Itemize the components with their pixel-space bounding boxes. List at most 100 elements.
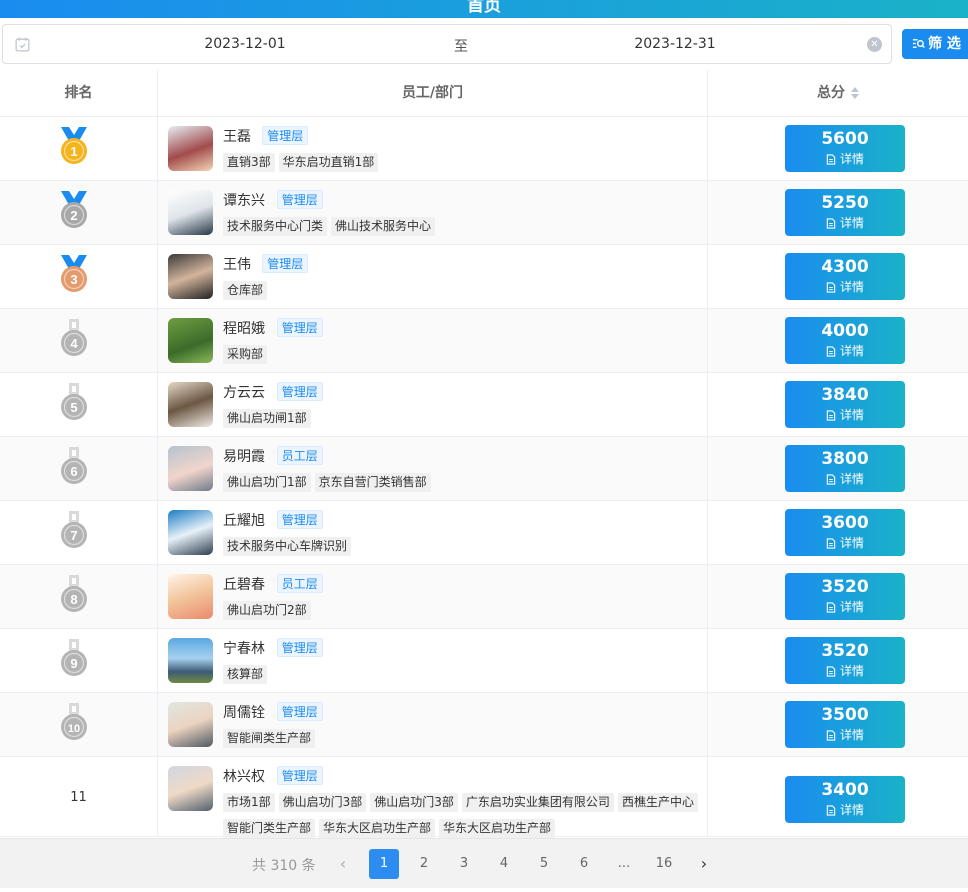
avatar: [168, 126, 213, 171]
score-detail-button[interactable]: 5250 详情: [785, 189, 905, 236]
medal-rank: 5: [70, 400, 77, 415]
medal-icon: 1: [61, 127, 87, 164]
table-row[interactable]: 1 王磊 管理层 直销3部 华东启功直销1部 5600 详情: [0, 117, 968, 181]
score-detail-button[interactable]: 3520 详情: [785, 573, 905, 620]
rank-number: 11: [70, 790, 87, 805]
detail-label: 详情: [839, 280, 864, 294]
top-header: 首页: [0, 0, 968, 18]
page-button[interactable]: 1: [369, 849, 399, 879]
department-tag: 佛山启功门3部: [278, 793, 367, 812]
avatar: [168, 702, 213, 747]
column-score-label: 总分: [817, 85, 845, 101]
avatar: [168, 574, 213, 619]
department-tag: 佛山启功闸1部: [223, 409, 311, 428]
page-button[interactable]: 16: [649, 849, 679, 879]
detail-label: 详情: [839, 536, 864, 550]
department-tag: 广东启功实业集团有限公司: [461, 793, 614, 812]
employee-name: 丘耀旭: [223, 513, 265, 529]
score-detail-button[interactable]: 3400 详情: [785, 776, 905, 823]
page-button[interactable]: 2: [409, 849, 439, 879]
page-title: 首页: [467, 0, 501, 16]
page-button[interactable]: 6: [569, 849, 599, 879]
page-ellipsis[interactable]: ...: [609, 849, 639, 879]
total-count: 共 310 条: [252, 858, 316, 874]
score-value: 3800: [821, 449, 869, 469]
page-button[interactable]: 3: [449, 849, 479, 879]
table-row[interactable]: 7 丘耀旭 管理层技术服务中心车牌识别 3600 详情: [0, 501, 968, 565]
circle-close-icon[interactable]: ✕: [867, 37, 882, 52]
column-score-header[interactable]: 总分: [708, 70, 968, 117]
detail-label: 详情: [839, 728, 864, 742]
department-tag: 佛山启功门2部: [223, 601, 311, 620]
detail-label: 详情: [839, 803, 864, 817]
medal-icon: 3: [61, 255, 87, 292]
score-value: 3500: [821, 705, 869, 725]
table-row[interactable]: 6 易明霞 员工层 佛山启功门1部 京东自营门类销售部 3800 详情: [0, 437, 968, 501]
table-row[interactable]: 5 方云云 管理层 佛山启功闸1部 3840 详情: [0, 373, 968, 437]
department-tag: 佛山技术服务中心: [331, 217, 436, 236]
table-row[interactable]: 9 宁春林 管理层 核算部 3520 详情: [0, 629, 968, 693]
score-detail-button[interactable]: 3600 详情: [785, 509, 905, 556]
employee-name: 宁春林: [223, 641, 265, 657]
medal-rank: 9: [70, 656, 77, 671]
filter-bar: 2023-12-01 至 2023-12-31 ✕ 筛 选: [0, 18, 968, 70]
table-row[interactable]: 4 程昭娥 管理层 采购部 4000 详情: [0, 309, 968, 373]
department-tags: 直销3部 华东启功直销1部: [223, 151, 703, 177]
department-tag: 华东大区启功生产部: [319, 819, 436, 838]
score-detail-button[interactable]: 3800 详情: [785, 445, 905, 492]
role-badge: 管理层: [276, 766, 323, 785]
next-page-button[interactable]: ›: [689, 849, 719, 879]
range-separator: 至: [454, 39, 468, 55]
medal-icon: 5: [61, 383, 87, 420]
department-tag: 智能闸类生产部: [223, 729, 316, 748]
employee-name: 林兴权: [223, 769, 265, 785]
score-value: 3400: [821, 780, 869, 800]
score-detail-button[interactable]: 3520 详情: [785, 637, 905, 684]
employee-name: 王伟: [223, 257, 251, 273]
department-tags: 仓库部: [223, 279, 703, 305]
score-detail-button[interactable]: 4000 详情: [785, 317, 905, 364]
role-badge: 员工层: [276, 446, 323, 465]
page-button[interactable]: 4: [489, 849, 519, 879]
medal-icon: 9: [61, 639, 87, 676]
department-tag: 市场1部: [223, 793, 275, 812]
department-tag: 技术服务中心车牌识别: [223, 537, 352, 556]
sort-caret-icon[interactable]: [851, 87, 859, 99]
medal-icon: 6: [61, 447, 87, 484]
table-row[interactable]: 8 丘碧春 员工层 佛山启功门2部 3520 详情: [0, 565, 968, 629]
department-tags: 佛山启功闸1部: [223, 407, 703, 433]
employee-name: 易明霞: [223, 449, 265, 465]
table-row[interactable]: 11 林兴权 管理层 市场1部 佛山启功门3部 佛山启功门3部 广东启功实业集团有限公司 西樵…: [0, 757, 968, 838]
score-detail-button[interactable]: 4300 详情: [785, 253, 905, 300]
department-tag: 佛山启功门3部: [370, 793, 458, 812]
medal-icon: 7: [61, 511, 87, 548]
table-row[interactable]: 3 王伟 管理层仓库部 4300 详情: [0, 245, 968, 309]
end-date-input[interactable]: 2023-12-31: [633, 36, 717, 52]
filter-button[interactable]: 筛 选: [902, 29, 968, 59]
medal-icon: 2: [61, 191, 87, 228]
employee-name: 丘碧春: [223, 577, 265, 593]
document-icon: [826, 538, 836, 549]
score-detail-button[interactable]: 3840 详情: [785, 381, 905, 428]
score-detail-button[interactable]: 3500 详情: [785, 701, 905, 748]
score-value: 3840: [821, 385, 869, 405]
role-badge: 管理层: [276, 510, 323, 529]
medal-rank: 8: [70, 592, 77, 607]
role-badge: 管理层: [276, 190, 323, 209]
role-badge: 管理层: [262, 254, 309, 273]
avatar: [168, 382, 213, 427]
medal-icon: 10: [61, 703, 87, 740]
department-tags: 技术服务中心门类 佛山技术服务中心: [223, 215, 703, 241]
role-badge: 管理层: [262, 126, 309, 145]
score-value: 4000: [821, 321, 869, 341]
employee-name: 谭东兴: [223, 193, 265, 209]
table-row[interactable]: 2 谭东兴 管理层技术服务中心门类 佛山技术服务中心 5250 详情: [0, 181, 968, 245]
employee-name: 方云云: [223, 385, 265, 401]
prev-page-button[interactable]: ‹: [328, 849, 358, 879]
score-detail-button[interactable]: 5600 详情: [785, 125, 905, 172]
table-row[interactable]: 10 周儒铨 管理层 智能闸类生产部 3500 详情: [0, 693, 968, 757]
date-range-picker[interactable]: 2023-12-01 至 2023-12-31 ✕: [2, 24, 892, 64]
page-button[interactable]: 5: [529, 849, 559, 879]
table-body: 1 王磊 管理层 直销3部 华东启功直销1部 5600 详情 2 谭东兴 管理层 技术服务中心门类佛…: [0, 117, 968, 838]
start-date-input[interactable]: 2023-12-01: [203, 36, 287, 52]
